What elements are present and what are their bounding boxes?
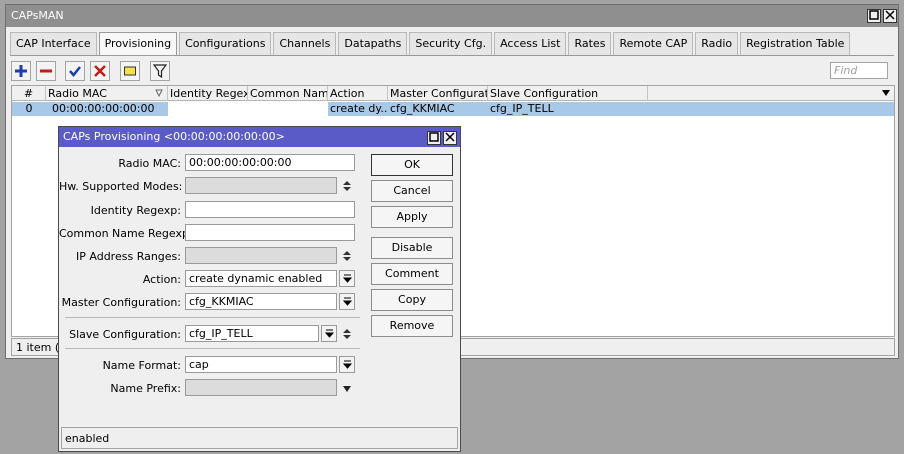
tab-rates[interactable]: Rates xyxy=(568,32,612,55)
dialog-status-text: enabled xyxy=(65,432,110,445)
enable-check-icon[interactable] xyxy=(65,61,85,81)
ip-ranges-label: IP Address Ranges: xyxy=(76,250,181,263)
col-identity-regexp[interactable]: Identity Regexp xyxy=(168,86,248,101)
tab-provisioning[interactable]: Provisioning xyxy=(98,32,178,56)
dialog-title: CAPs Provisioning <00:00:00:00:00:00> xyxy=(63,130,285,143)
sort-desc-icon xyxy=(155,87,163,100)
tab-datapaths[interactable]: Datapaths xyxy=(338,32,408,55)
cell-action: create dy... xyxy=(330,102,388,115)
col-action[interactable]: Action xyxy=(328,86,388,101)
common-name-regexp-label: Common Name Regexp: xyxy=(59,227,193,240)
cell-slave-config: cfg_IP_TELL xyxy=(490,102,554,115)
col-radio-mac-label: Radio MAC xyxy=(48,87,107,100)
identity-regexp-field[interactable] xyxy=(185,201,355,218)
radio-mac-label: Radio MAC: xyxy=(118,157,181,170)
tab-remote-cap[interactable]: Remote CAP xyxy=(613,32,694,55)
name-format-select[interactable]: cap xyxy=(185,356,337,373)
table-row[interactable]: 0 00:00:00:00:00:00 create dy... cfg_KKM… xyxy=(12,102,894,116)
separator xyxy=(65,348,360,349)
name-prefix-field[interactable] xyxy=(185,379,337,396)
table-header: # Radio MAC Identity Regexp Common Nam..… xyxy=(12,86,894,101)
dialog-restore-icon[interactable] xyxy=(427,131,441,145)
tab-bar: CAP Interface Provisioning Configuration… xyxy=(10,32,894,56)
cell-identity-regexp xyxy=(168,102,248,116)
cancel-button[interactable]: Cancel xyxy=(371,180,453,202)
dialog-close-icon[interactable] xyxy=(443,131,457,145)
col-master-config[interactable]: Master Configurati... xyxy=(388,86,488,101)
ip-ranges-field[interactable] xyxy=(185,247,337,264)
action-select[interactable]: create dynamic enabled xyxy=(185,270,337,287)
hw-modes-updown-icon[interactable] xyxy=(342,180,352,195)
remove-icon[interactable] xyxy=(36,61,56,81)
tab-security-cfg[interactable]: Security Cfg. xyxy=(409,32,493,55)
col-common-name[interactable]: Common Nam... xyxy=(248,86,328,101)
separator xyxy=(65,317,360,318)
apply-button[interactable]: Apply xyxy=(371,206,453,228)
tab-cap-interface[interactable]: CAP Interface xyxy=(10,32,97,55)
disable-x-icon[interactable] xyxy=(90,61,110,81)
close-icon[interactable] xyxy=(883,9,897,23)
action-dropdown-icon[interactable] xyxy=(339,270,355,287)
master-config-select[interactable]: cfg_KKMIAC xyxy=(185,293,337,310)
master-config-dropdown-icon[interactable] xyxy=(339,293,355,310)
disable-button[interactable]: Disable xyxy=(371,237,453,259)
name-format-dropdown-icon[interactable] xyxy=(339,356,355,373)
identity-regexp-label: Identity Regexp: xyxy=(90,204,181,217)
tab-access-list[interactable]: Access List xyxy=(494,32,567,55)
comment-button[interactable]: Comment xyxy=(371,263,453,285)
slave-config-select[interactable]: cfg_IP_TELL xyxy=(185,325,319,342)
col-number[interactable]: # xyxy=(12,86,46,101)
ok-button[interactable]: OK xyxy=(371,154,453,176)
column-chooser-icon[interactable] xyxy=(881,88,891,101)
hw-modes-field[interactable] xyxy=(185,177,337,194)
window-title-bar[interactable]: CAPsMAN xyxy=(6,5,898,27)
tab-divider xyxy=(10,55,894,56)
radio-mac-field[interactable]: 00:00:00:00:00:00 xyxy=(185,154,355,171)
hw-modes-label: Hw. Supported Modes: xyxy=(59,180,183,193)
tab-configurations[interactable]: Configurations xyxy=(179,32,272,55)
dialog-title-bar[interactable]: CAPs Provisioning <00:00:00:00:00:00> xyxy=(59,127,460,147)
caps-provisioning-dialog: CAPs Provisioning <00:00:00:00:00:00> Ra… xyxy=(58,126,461,452)
common-name-regexp-field[interactable] xyxy=(185,224,355,241)
col-radio-mac[interactable]: Radio MAC xyxy=(46,86,168,101)
window-title: CAPsMAN xyxy=(11,9,64,22)
master-config-label: Master Configuration: xyxy=(61,296,181,309)
tab-channels[interactable]: Channels xyxy=(273,32,337,55)
cell-common-name xyxy=(248,102,328,116)
slave-config-updown-icon[interactable] xyxy=(342,328,352,343)
cell-number: 0 xyxy=(25,102,33,115)
slave-config-label: Slave Configuration: xyxy=(69,328,181,341)
action-label: Action: xyxy=(142,273,181,286)
name-format-label: Name Format: xyxy=(102,359,181,372)
remove-button[interactable]: Remove xyxy=(371,315,453,337)
filter-icon[interactable] xyxy=(150,61,170,81)
name-prefix-dropdown-icon[interactable] xyxy=(342,383,352,396)
restore-icon[interactable] xyxy=(867,9,881,23)
cell-master-config: cfg_KKMIAC xyxy=(390,102,455,115)
name-prefix-label: Name Prefix: xyxy=(110,382,181,395)
find-input[interactable]: Find xyxy=(830,62,888,79)
dialog-status-bar: enabled xyxy=(61,427,458,449)
cell-radio-mac: 00:00:00:00:00:00 xyxy=(52,102,155,115)
toolbar: Find xyxy=(11,58,893,84)
add-icon[interactable] xyxy=(11,61,31,81)
comment-icon[interactable] xyxy=(120,61,140,81)
tab-registration-table[interactable]: Registration Table xyxy=(740,32,851,55)
slave-config-dropdown-icon[interactable] xyxy=(321,325,337,342)
tab-radio[interactable]: Radio xyxy=(695,32,739,55)
copy-button[interactable]: Copy xyxy=(371,289,453,311)
col-slave-config[interactable]: Slave Configuration xyxy=(488,86,648,101)
ip-ranges-updown-icon[interactable] xyxy=(342,250,352,265)
